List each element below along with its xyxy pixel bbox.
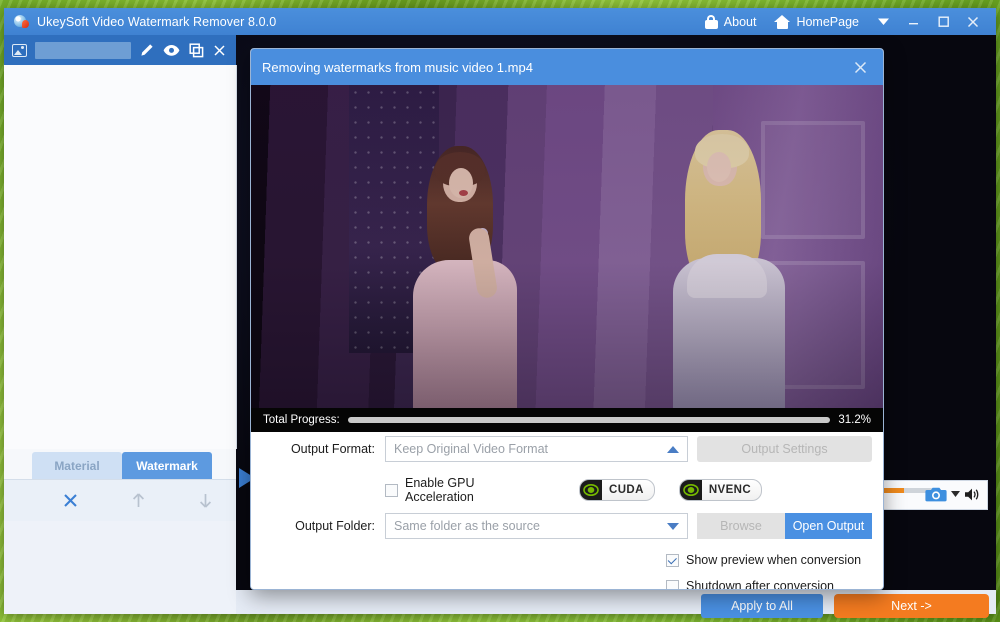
video-shade-overlay	[251, 85, 883, 408]
homepage-label: HomePage	[796, 14, 859, 29]
image-thumbnail-icon	[12, 43, 27, 57]
move-up-arrow-icon[interactable]	[131, 492, 146, 509]
dialog-close-button[interactable]	[847, 54, 873, 80]
total-progress-percent: 31.2%	[838, 414, 871, 426]
output-folder-value: Same folder as the source	[394, 519, 540, 533]
screen: UkeySoft Video Watermark Remover 8.0.0 A…	[0, 0, 1000, 622]
player-controls-strip	[866, 480, 988, 510]
camera-snapshot-icon[interactable]	[925, 485, 947, 503]
title-bar-left: UkeySoft Video Watermark Remover 8.0.0	[4, 14, 696, 29]
output-format-label: Output Format:	[290, 442, 375, 456]
total-progress-label: Total Progress:	[263, 414, 340, 426]
lock-icon	[704, 14, 718, 29]
shutdown-after-label: Shutdown after conversion	[686, 579, 835, 590]
next-button[interactable]: Next ->	[834, 594, 989, 618]
output-folder-label: Output Folder:	[295, 519, 375, 533]
sidebar-toolbar	[4, 479, 236, 521]
player-right-controls	[925, 485, 981, 503]
show-preview-label: Show preview when conversion	[686, 553, 862, 567]
delete-x-icon[interactable]	[62, 492, 79, 509]
open-output-button[interactable]: Open Output	[785, 513, 872, 539]
video-frame	[251, 85, 883, 408]
copy-duplicate-icon[interactable]	[189, 42, 204, 58]
output-settings-button[interactable]: Output Settings	[697, 436, 872, 462]
output-format-select[interactable]: Keep Original Video Format	[385, 436, 688, 462]
dialog-title: Removing watermarks from music video 1.m…	[262, 59, 533, 75]
about-label: About	[723, 14, 757, 29]
dialog-video-preview	[251, 85, 883, 408]
home-icon	[774, 14, 791, 29]
gpu-checkbox[interactable]: Enable GPU Acceleration	[385, 476, 545, 504]
dialog-title-bar: Removing watermarks from music video 1.m…	[251, 49, 883, 85]
minimize-icon	[908, 23, 918, 25]
menu-dropdown-button[interactable]	[868, 8, 898, 35]
sidebar-item-name-field[interactable]	[35, 41, 131, 59]
sidebar-item-tools	[139, 42, 228, 58]
sidebar-item-header	[4, 35, 236, 65]
tab-watermark[interactable]: Watermark	[122, 452, 212, 479]
show-preview-checkbox-box	[666, 553, 679, 567]
close-icon	[967, 16, 979, 27]
show-preview-checkbox[interactable]: Show preview when conversion	[666, 553, 861, 567]
total-progress-row: Total Progress: 31.2%	[251, 408, 883, 432]
app-title: UkeySoft Video Watermark Remover 8.0.0	[37, 14, 277, 29]
output-folder-select[interactable]: Same folder as the source	[385, 513, 688, 539]
nvidia-logo-icon	[679, 480, 702, 500]
volume-speaker-icon[interactable]	[964, 487, 981, 502]
maximize-button[interactable]	[928, 8, 958, 35]
pencil-edit-icon[interactable]	[139, 43, 154, 58]
about-button[interactable]: About	[696, 8, 766, 35]
cuda-chip[interactable]: CUDA	[579, 479, 655, 501]
gpu-checkbox-label: Enable GPU Acceleration	[405, 476, 475, 504]
eye-preview-icon[interactable]	[163, 44, 180, 57]
conversion-dialog: Removing watermarks from music video 1.m…	[250, 48, 884, 590]
cuda-label: CUDA	[609, 484, 644, 496]
move-down-arrow-icon[interactable]	[198, 492, 213, 509]
dialog-form: Output Format: Keep Original Video Forma…	[251, 432, 883, 589]
output-folder-row: Output Folder: Same folder as the source…	[251, 513, 883, 539]
homepage-button[interactable]: HomePage	[765, 8, 868, 35]
output-format-value: Keep Original Video Format	[394, 442, 549, 456]
nvidia-logo-icon	[580, 480, 602, 500]
shutdown-after-checkbox-box	[666, 579, 679, 589]
close-button[interactable]	[958, 8, 988, 35]
minimize-button[interactable]	[898, 8, 928, 35]
nvenc-chip[interactable]: NVENC	[678, 479, 763, 501]
chevron-down-icon[interactable]	[951, 490, 960, 498]
output-format-row: Output Format: Keep Original Video Forma…	[251, 436, 883, 462]
close-x-icon[interactable]	[213, 44, 226, 57]
app-logo-icon	[14, 14, 30, 29]
chevron-down-icon	[877, 18, 889, 25]
maximize-icon	[938, 16, 949, 27]
nvenc-label: NVENC	[708, 484, 752, 496]
left-sidebar: Material Watermark	[4, 35, 237, 614]
caret-up-icon	[667, 445, 679, 453]
tab-material[interactable]: Material	[32, 452, 122, 479]
sidebar-tabs: Material Watermark	[4, 449, 236, 479]
caret-down-icon	[667, 522, 679, 530]
sidebar-list-body	[4, 65, 237, 449]
title-bar-right: About HomePage	[696, 8, 996, 35]
close-icon	[854, 61, 866, 73]
gpu-checkbox-box	[385, 483, 398, 497]
title-bar: UkeySoft Video Watermark Remover 8.0.0 A…	[4, 8, 996, 35]
shutdown-after-checkbox[interactable]: Shutdown after conversion	[666, 579, 835, 590]
browse-button[interactable]: Browse	[697, 513, 785, 539]
gpu-acceleration-row: Enable GPU Acceleration CUDA NVENC	[251, 476, 883, 504]
total-progress-bar	[347, 417, 831, 423]
apply-to-all-button[interactable]: Apply to All	[701, 594, 823, 618]
